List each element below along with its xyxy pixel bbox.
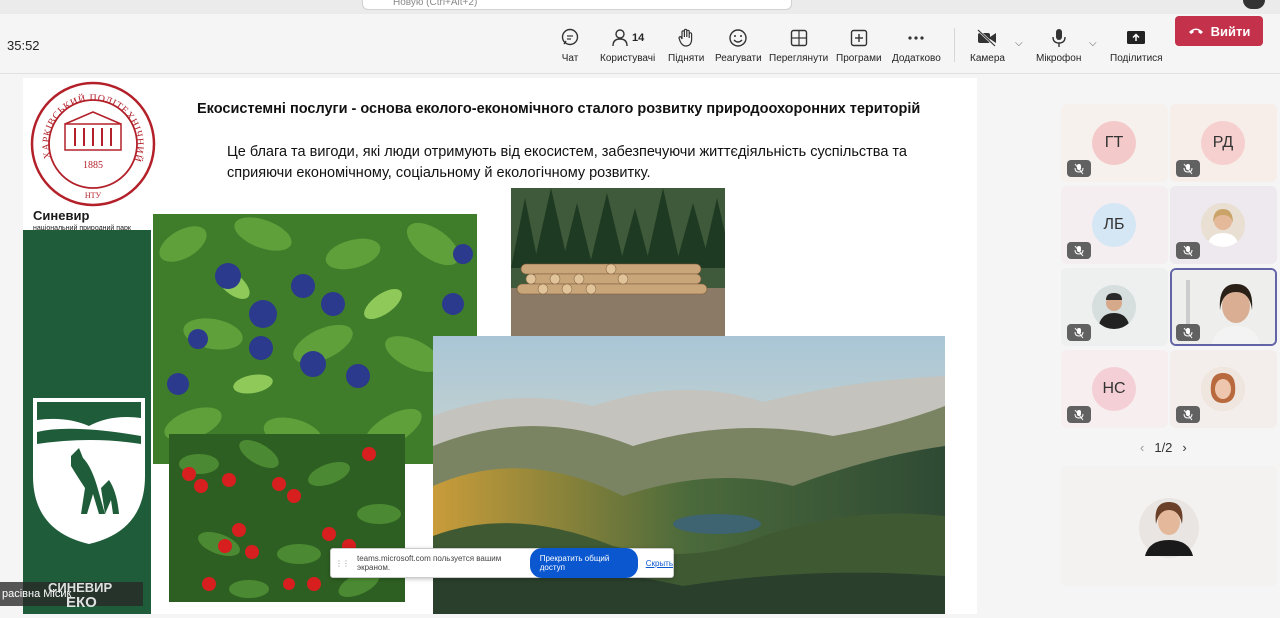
participant-tile[interactable]: [1170, 350, 1277, 428]
people-button[interactable]: 14 Користувачі: [600, 26, 655, 64]
search-box[interactable]: Новую (Ctrl+Alt+2): [362, 0, 792, 10]
avatar: ГТ: [1092, 121, 1136, 165]
deer-emblem-icon: [33, 398, 145, 544]
share-screen-icon: [1125, 26, 1147, 50]
mic-off-icon: [1176, 160, 1200, 177]
avatar: [1201, 367, 1245, 411]
avatar: [1092, 285, 1136, 329]
avatar: ЛБ: [1092, 203, 1136, 247]
hide-banner-link[interactable]: Скрыть: [646, 559, 673, 568]
mic-icon: [1051, 26, 1067, 50]
hand-icon: [677, 26, 695, 50]
participant-tile[interactable]: НС: [1061, 350, 1168, 428]
self-view-tile[interactable]: [1061, 466, 1277, 586]
blueberries-photo: [153, 214, 477, 464]
camera-options-chevron-icon[interactable]: ⌵: [1015, 38, 1023, 49]
avatar: РД: [1201, 121, 1245, 165]
page-indicator: 1/2: [1154, 440, 1173, 455]
people-icon: 14: [611, 26, 644, 50]
mic-off-icon: [1176, 324, 1200, 341]
meeting-stage: ХАРКІВСЬКИЙ ПОЛІТЕХНІЧНИЙ ІНСТИТУТ 1885 …: [0, 74, 1280, 618]
participant-tile-active-speaker[interactable]: [1170, 268, 1277, 346]
mic-button[interactable]: Мікрофон: [1036, 26, 1081, 64]
presenter-overlay-eko: ЕКО: [66, 594, 97, 611]
mic-off-icon: [1067, 324, 1091, 341]
mic-off-icon: [1176, 406, 1200, 423]
park-name: Синевир: [33, 208, 90, 223]
mic-off-icon: [1067, 160, 1091, 177]
smile-icon: [728, 26, 748, 50]
toolbar-divider: [954, 28, 955, 62]
meeting-toolbar: 35:52 Чат 14 Користувачі Підняти Реагува…: [0, 16, 1280, 74]
park-side-panel: [23, 230, 151, 614]
mic-off-icon: [1176, 242, 1200, 259]
svg-text:НТУ: НТУ: [85, 191, 102, 200]
timber-logs-photo: [511, 188, 725, 336]
university-logo-icon: ХАРКІВСЬКИЙ ПОЛІТЕХНІЧНИЙ ІНСТИТУТ 1885 …: [29, 80, 156, 207]
participant-photo: [1201, 367, 1245, 411]
people-count: 14: [631, 32, 645, 44]
participant-tile[interactable]: РД: [1170, 104, 1277, 182]
meeting-timer: 35:52: [7, 38, 40, 53]
more-dots-icon: [906, 26, 926, 50]
add-app-icon: [849, 26, 869, 50]
more-button[interactable]: Додатково: [892, 26, 941, 64]
share-button[interactable]: Поділитися: [1110, 26, 1163, 64]
slide-body-text: Це блага та вигоди, які люди отримують в…: [227, 144, 907, 181]
screen-share-banner: ⋮⋮ teams.microsoft.com пользуется вашим …: [330, 548, 674, 578]
mic-off-icon: [1067, 242, 1091, 259]
slide-title: Екосистемні послуги - основа еколого-еко…: [197, 101, 921, 117]
react-button[interactable]: Реагувати: [715, 26, 762, 64]
drag-handle-icon[interactable]: ⋮⋮: [335, 559, 350, 568]
participant-photo: [1201, 203, 1245, 247]
mic-options-chevron-icon[interactable]: ⌵: [1089, 38, 1097, 49]
shared-slide: ХАРКІВСЬКИЙ ПОЛІТЕХНІЧНИЙ ІНСТИТУТ 1885 …: [23, 78, 977, 614]
participant-tile[interactable]: [1170, 186, 1277, 264]
participant-pager: ‹ 1/2 ›: [1140, 440, 1187, 455]
participant-tile[interactable]: ЛБ: [1061, 186, 1168, 264]
chat-button[interactable]: Чат: [560, 26, 580, 64]
presenter-overlay-logo: СИНЕВИР: [48, 580, 113, 595]
camera-off-icon: [976, 26, 998, 50]
participant-photo: [1092, 285, 1136, 329]
camera-button[interactable]: Камера: [970, 26, 1005, 64]
next-page-chevron-icon[interactable]: ›: [1182, 440, 1186, 455]
avatar: НС: [1092, 367, 1136, 411]
self-view-video: [1139, 498, 1199, 558]
phone-hangup-icon: [1188, 28, 1203, 34]
participant-tile[interactable]: ГТ: [1061, 104, 1168, 182]
apps-button[interactable]: Програми: [836, 26, 882, 64]
view-button[interactable]: Переглянути: [769, 26, 828, 64]
stop-sharing-button[interactable]: Прекратить общий доступ: [529, 548, 638, 578]
mic-off-icon: [1067, 406, 1091, 423]
avatar: [1201, 203, 1245, 247]
participant-tile[interactable]: [1061, 268, 1168, 346]
grid-icon: [789, 26, 809, 50]
leave-button[interactable]: Вийти: [1175, 16, 1263, 46]
svg-text:1885: 1885: [83, 160, 103, 171]
prev-page-chevron-icon[interactable]: ‹: [1140, 440, 1144, 455]
chat-icon: [560, 26, 580, 50]
raise-hand-button[interactable]: Підняти: [668, 26, 704, 64]
